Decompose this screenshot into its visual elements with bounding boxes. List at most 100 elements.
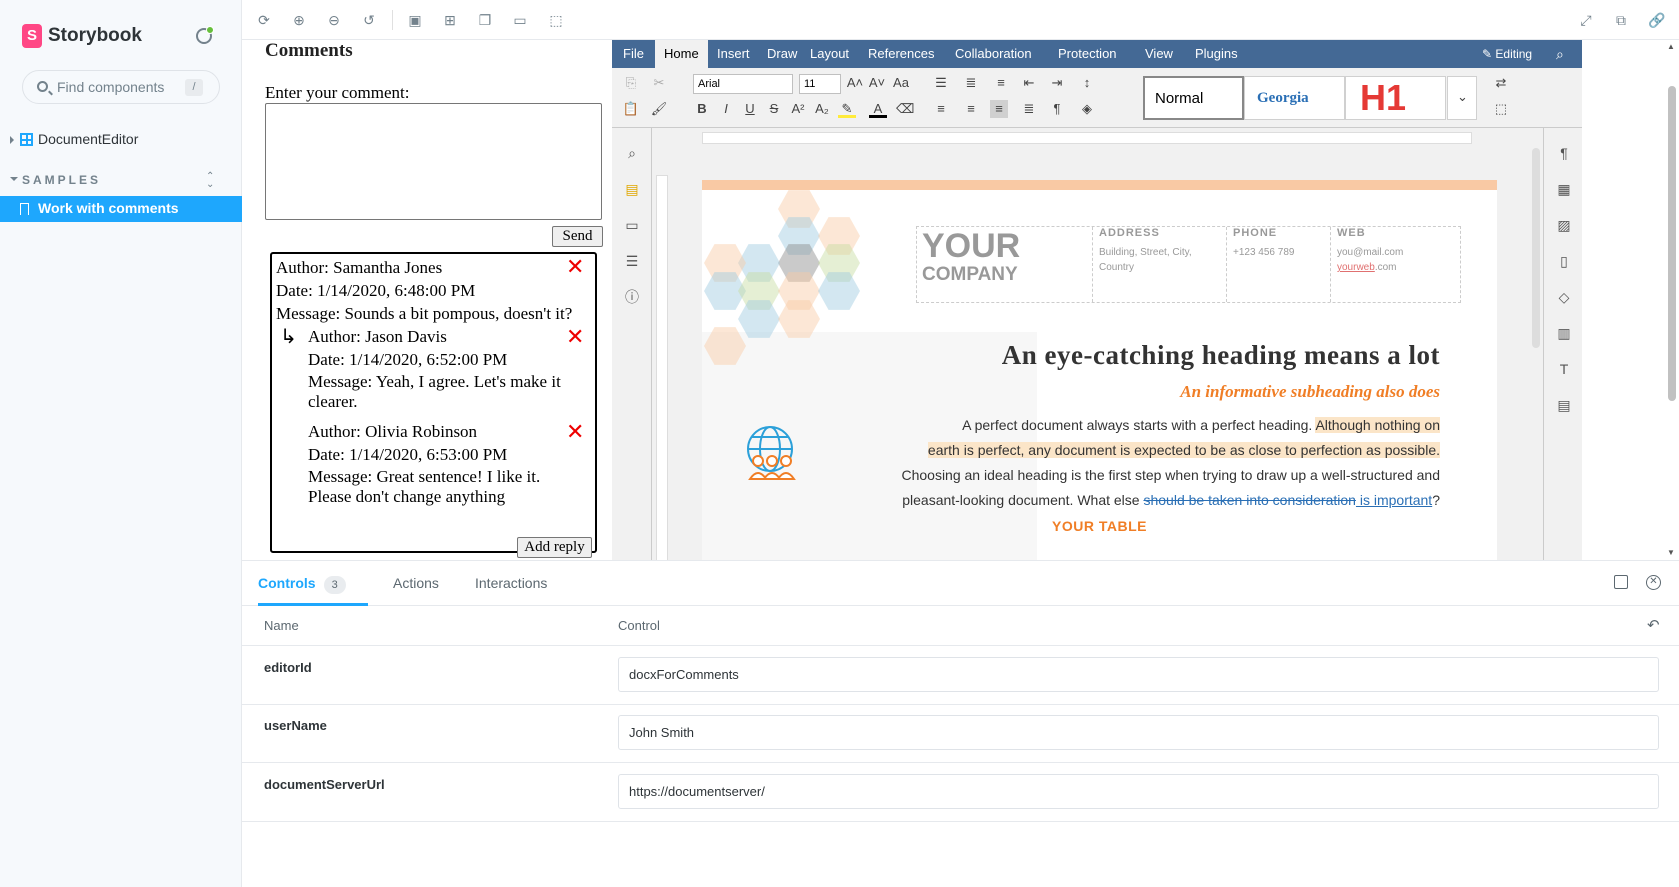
shading-icon[interactable]: ◈: [1078, 100, 1096, 118]
line-spacing-icon[interactable]: ↕: [1078, 74, 1096, 92]
decrease-font-icon[interactable]: A˅: [868, 74, 886, 92]
info-icon[interactable]: ⓘ: [623, 288, 641, 306]
scroll-down-icon[interactable]: ▼: [1667, 548, 1675, 557]
control-input[interactable]: docxForComments: [618, 657, 1659, 692]
tab-file[interactable]: File: [614, 40, 653, 68]
style-normal[interactable]: Normal: [1143, 76, 1244, 120]
tab-controls[interactable]: Controls 3: [258, 561, 368, 606]
reply-message: Message: Yeah, I agree. Let's make it: [308, 372, 561, 391]
sidebar-section-samples[interactable]: SAMPLES ⌃ ⌄: [10, 172, 230, 190]
increase-font-icon[interactable]: A˄: [846, 74, 864, 92]
sidebar-item-work-with-comments[interactable]: Work with comments: [0, 196, 242, 222]
decrease-indent-icon[interactable]: ⇤: [1020, 74, 1038, 92]
search-input[interactable]: Find components /: [22, 70, 220, 104]
style-georgia[interactable]: Georgia: [1244, 76, 1345, 120]
panel-orientation-icon[interactable]: [1614, 575, 1628, 589]
editor-search-icon[interactable]: ⌕: [1547, 40, 1573, 68]
control-input[interactable]: https://documentserver/: [618, 774, 1659, 809]
align-right-icon[interactable]: ≡: [990, 100, 1008, 118]
zoom-in-icon[interactable]: ⊕: [291, 12, 307, 28]
tab-references[interactable]: References: [859, 40, 943, 68]
multilevel-icon[interactable]: ≡: [992, 74, 1010, 92]
send-button[interactable]: Send: [552, 226, 603, 247]
tab-insert[interactable]: Insert: [708, 40, 759, 68]
background-icon[interactable]: ▣: [407, 12, 423, 28]
paragraph-settings-icon[interactable]: ¶: [1555, 144, 1573, 162]
styles-dropdown[interactable]: ⌄: [1447, 76, 1477, 120]
style-h1[interactable]: H1: [1345, 76, 1446, 120]
open-new-tab-icon[interactable]: ⧉: [1613, 12, 1629, 28]
text-art-icon[interactable]: T: [1555, 360, 1573, 378]
form-settings-icon[interactable]: ▤: [1555, 396, 1573, 414]
tab-layout[interactable]: Layout: [801, 40, 858, 68]
chat-icon[interactable]: ▭: [623, 216, 641, 234]
bullets-icon[interactable]: ☰: [932, 74, 950, 92]
change-case-icon[interactable]: Aa: [892, 74, 910, 92]
image-settings-icon[interactable]: ▨: [1555, 216, 1573, 234]
paste-icon[interactable]: 📋: [622, 100, 640, 118]
replace-icon[interactable]: ⇄: [1492, 74, 1510, 92]
shape-settings-icon[interactable]: ◇: [1555, 288, 1573, 306]
tab-plugins[interactable]: Plugins: [1186, 40, 1247, 68]
document-page[interactable]: ADDRESS Building, Street, City, Country P…: [702, 180, 1497, 560]
align-center-icon[interactable]: ≡: [962, 100, 980, 118]
collapse-all-icon[interactable]: ⌃ ⌄: [206, 172, 214, 190]
cut-icon[interactable]: ✂: [650, 74, 668, 92]
subscript-icon[interactable]: A₂: [813, 100, 831, 118]
measure-icon[interactable]: ▭: [512, 12, 528, 28]
scrollbar-thumb[interactable]: [1668, 86, 1676, 401]
tab-interactions[interactable]: Interactions: [475, 561, 547, 606]
underline-icon[interactable]: U: [741, 100, 759, 118]
reload-icon[interactable]: ⟳: [256, 12, 272, 28]
tab-protection[interactable]: Protection: [1049, 40, 1126, 68]
close-panel-icon[interactable]: ✕: [1646, 575, 1661, 590]
editor-scrollbar[interactable]: [1530, 128, 1542, 560]
zoom-out-icon[interactable]: ⊖: [326, 12, 342, 28]
paragraph-marks-icon[interactable]: ¶: [1048, 100, 1066, 118]
find-icon[interactable]: ⌕: [623, 144, 641, 162]
bold-icon[interactable]: B: [693, 100, 711, 118]
delete-reply-icon[interactable]: ✕: [566, 327, 584, 349]
font-size-select[interactable]: 11: [799, 74, 841, 94]
header-footer-icon[interactable]: ▯: [1555, 252, 1573, 270]
format-painter-icon[interactable]: 🖌: [650, 100, 668, 118]
select-all-icon[interactable]: ⬚: [1492, 100, 1510, 118]
strikethrough-icon[interactable]: S: [765, 100, 783, 118]
preview-scrollbar[interactable]: ▲ ▼: [1664, 40, 1679, 560]
control-input[interactable]: John Smith: [618, 715, 1659, 750]
align-left-icon[interactable]: ≡: [932, 100, 950, 118]
numbering-icon[interactable]: ≣: [962, 74, 980, 92]
grid-icon[interactable]: ⊞: [442, 12, 458, 28]
comments-icon[interactable]: ▤: [623, 180, 641, 198]
tab-view[interactable]: View: [1136, 40, 1182, 68]
tab-actions[interactable]: Actions: [393, 561, 439, 606]
highlight-icon[interactable]: ✎: [838, 100, 856, 118]
tab-collaboration[interactable]: Collaboration: [946, 40, 1041, 68]
outline-icon[interactable]: ⬚: [548, 12, 564, 28]
copy-link-icon[interactable]: 🔗: [1648, 12, 1665, 28]
viewport-icon[interactable]: ❐: [477, 12, 493, 28]
tab-draw[interactable]: Draw: [758, 40, 806, 68]
copy-icon[interactable]: ⎘: [622, 74, 640, 92]
font-color-icon[interactable]: A: [869, 100, 887, 118]
scroll-up-icon[interactable]: ▲: [1667, 42, 1675, 51]
italic-icon[interactable]: I: [717, 100, 735, 118]
editing-mode-button[interactable]: ✎ Editing: [1482, 40, 1532, 68]
add-reply-button[interactable]: Add reply: [517, 537, 592, 558]
font-family-select[interactable]: Arial: [693, 74, 793, 94]
tab-home[interactable]: Home: [655, 40, 708, 68]
justify-icon[interactable]: ≣: [1020, 100, 1038, 118]
superscript-icon[interactable]: A²: [789, 100, 807, 118]
delete-comment-icon[interactable]: ✕: [566, 257, 584, 279]
chart-settings-icon[interactable]: ▥: [1555, 324, 1573, 342]
fullscreen-icon[interactable]: ⤢: [1578, 12, 1594, 28]
delete-reply-icon[interactable]: ✕: [566, 422, 584, 444]
sidebar-item-documenteditor[interactable]: DocumentEditor: [10, 129, 230, 151]
comment-textarea[interactable]: [265, 103, 602, 220]
zoom-reset-icon[interactable]: ↺: [361, 12, 377, 28]
reset-controls-icon[interactable]: ↶: [1647, 616, 1660, 634]
clear-format-icon[interactable]: ⌫: [896, 100, 914, 118]
increase-indent-icon[interactable]: ⇥: [1048, 74, 1066, 92]
navigation-icon[interactable]: ☰: [623, 252, 641, 270]
table-settings-icon[interactable]: ▦: [1555, 180, 1573, 198]
